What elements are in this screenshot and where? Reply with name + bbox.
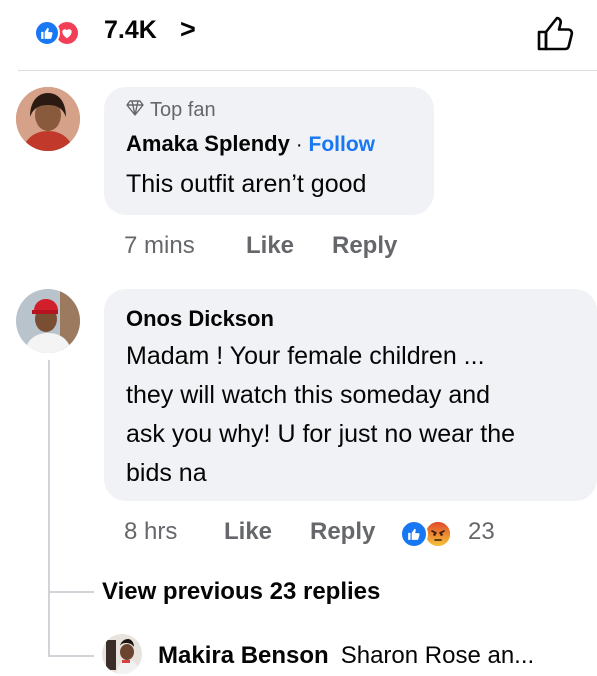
separator: ·	[295, 134, 303, 156]
like-button[interactable]: Like	[246, 232, 294, 259]
reply-preview[interactable]: Makira Benson Sharon Rose an...	[158, 642, 534, 670]
comment-text-line: Madam ! Your female children ...	[126, 342, 485, 370]
thread-line	[48, 360, 50, 656]
comment-text: This outfit aren’t good	[126, 170, 367, 198]
comment-text-line: they will watch this someday and	[126, 381, 491, 409]
avatar[interactable]	[16, 87, 80, 151]
avatar[interactable]	[16, 289, 80, 353]
follow-button[interactable]: Follow	[309, 133, 376, 157]
like-button[interactable]: Like	[224, 518, 272, 545]
view-previous-replies-link[interactable]: View previous 23 replies	[102, 578, 380, 606]
like-reaction-icon	[400, 520, 428, 548]
comment-author[interactable]: Amaka Splendy	[126, 131, 290, 157]
comment-bubble[interactable]: Onos Dickson Madam ! Your female childre…	[104, 289, 597, 501]
comment-author[interactable]: Onos Dickson	[126, 306, 274, 332]
reply-button[interactable]: Reply	[332, 232, 397, 259]
thumbs-up-outline-icon[interactable]	[536, 16, 576, 52]
reply-snippet: Sharon Rose an...	[340, 642, 535, 669]
reactions-summary-bar[interactable]: 7.4K >	[0, 0, 597, 70]
thread-line	[48, 591, 94, 593]
reaction-total-count[interactable]: 7.4K	[104, 16, 157, 45]
diamond-icon	[126, 99, 144, 122]
top-fan-label: Top fan	[150, 99, 216, 121]
thread-line	[48, 655, 94, 657]
comment-time[interactable]: 7 mins	[124, 232, 195, 260]
reply-button[interactable]: Reply	[310, 518, 375, 545]
avatar[interactable]	[102, 634, 142, 674]
comment-reaction-count[interactable]: 23	[468, 518, 495, 546]
like-reaction-icon	[34, 20, 60, 46]
comment-reactions[interactable]	[400, 520, 460, 548]
comment-time[interactable]: 8 hrs	[124, 518, 177, 546]
top-fan-badge: Top fan	[126, 99, 216, 122]
reaction-icons	[34, 20, 94, 46]
reply-author[interactable]: Makira Benson	[158, 642, 329, 670]
angry-reaction-icon	[424, 520, 452, 548]
comment-bubble[interactable]: Top fan Amaka Splendy · Follow This outf…	[104, 87, 434, 215]
divider	[18, 70, 597, 71]
comment-text-line: bids na	[126, 459, 207, 487]
comment-text-line: ask you why! U for just no wear the	[126, 420, 516, 448]
chevron-right-icon[interactable]: >	[180, 14, 196, 45]
